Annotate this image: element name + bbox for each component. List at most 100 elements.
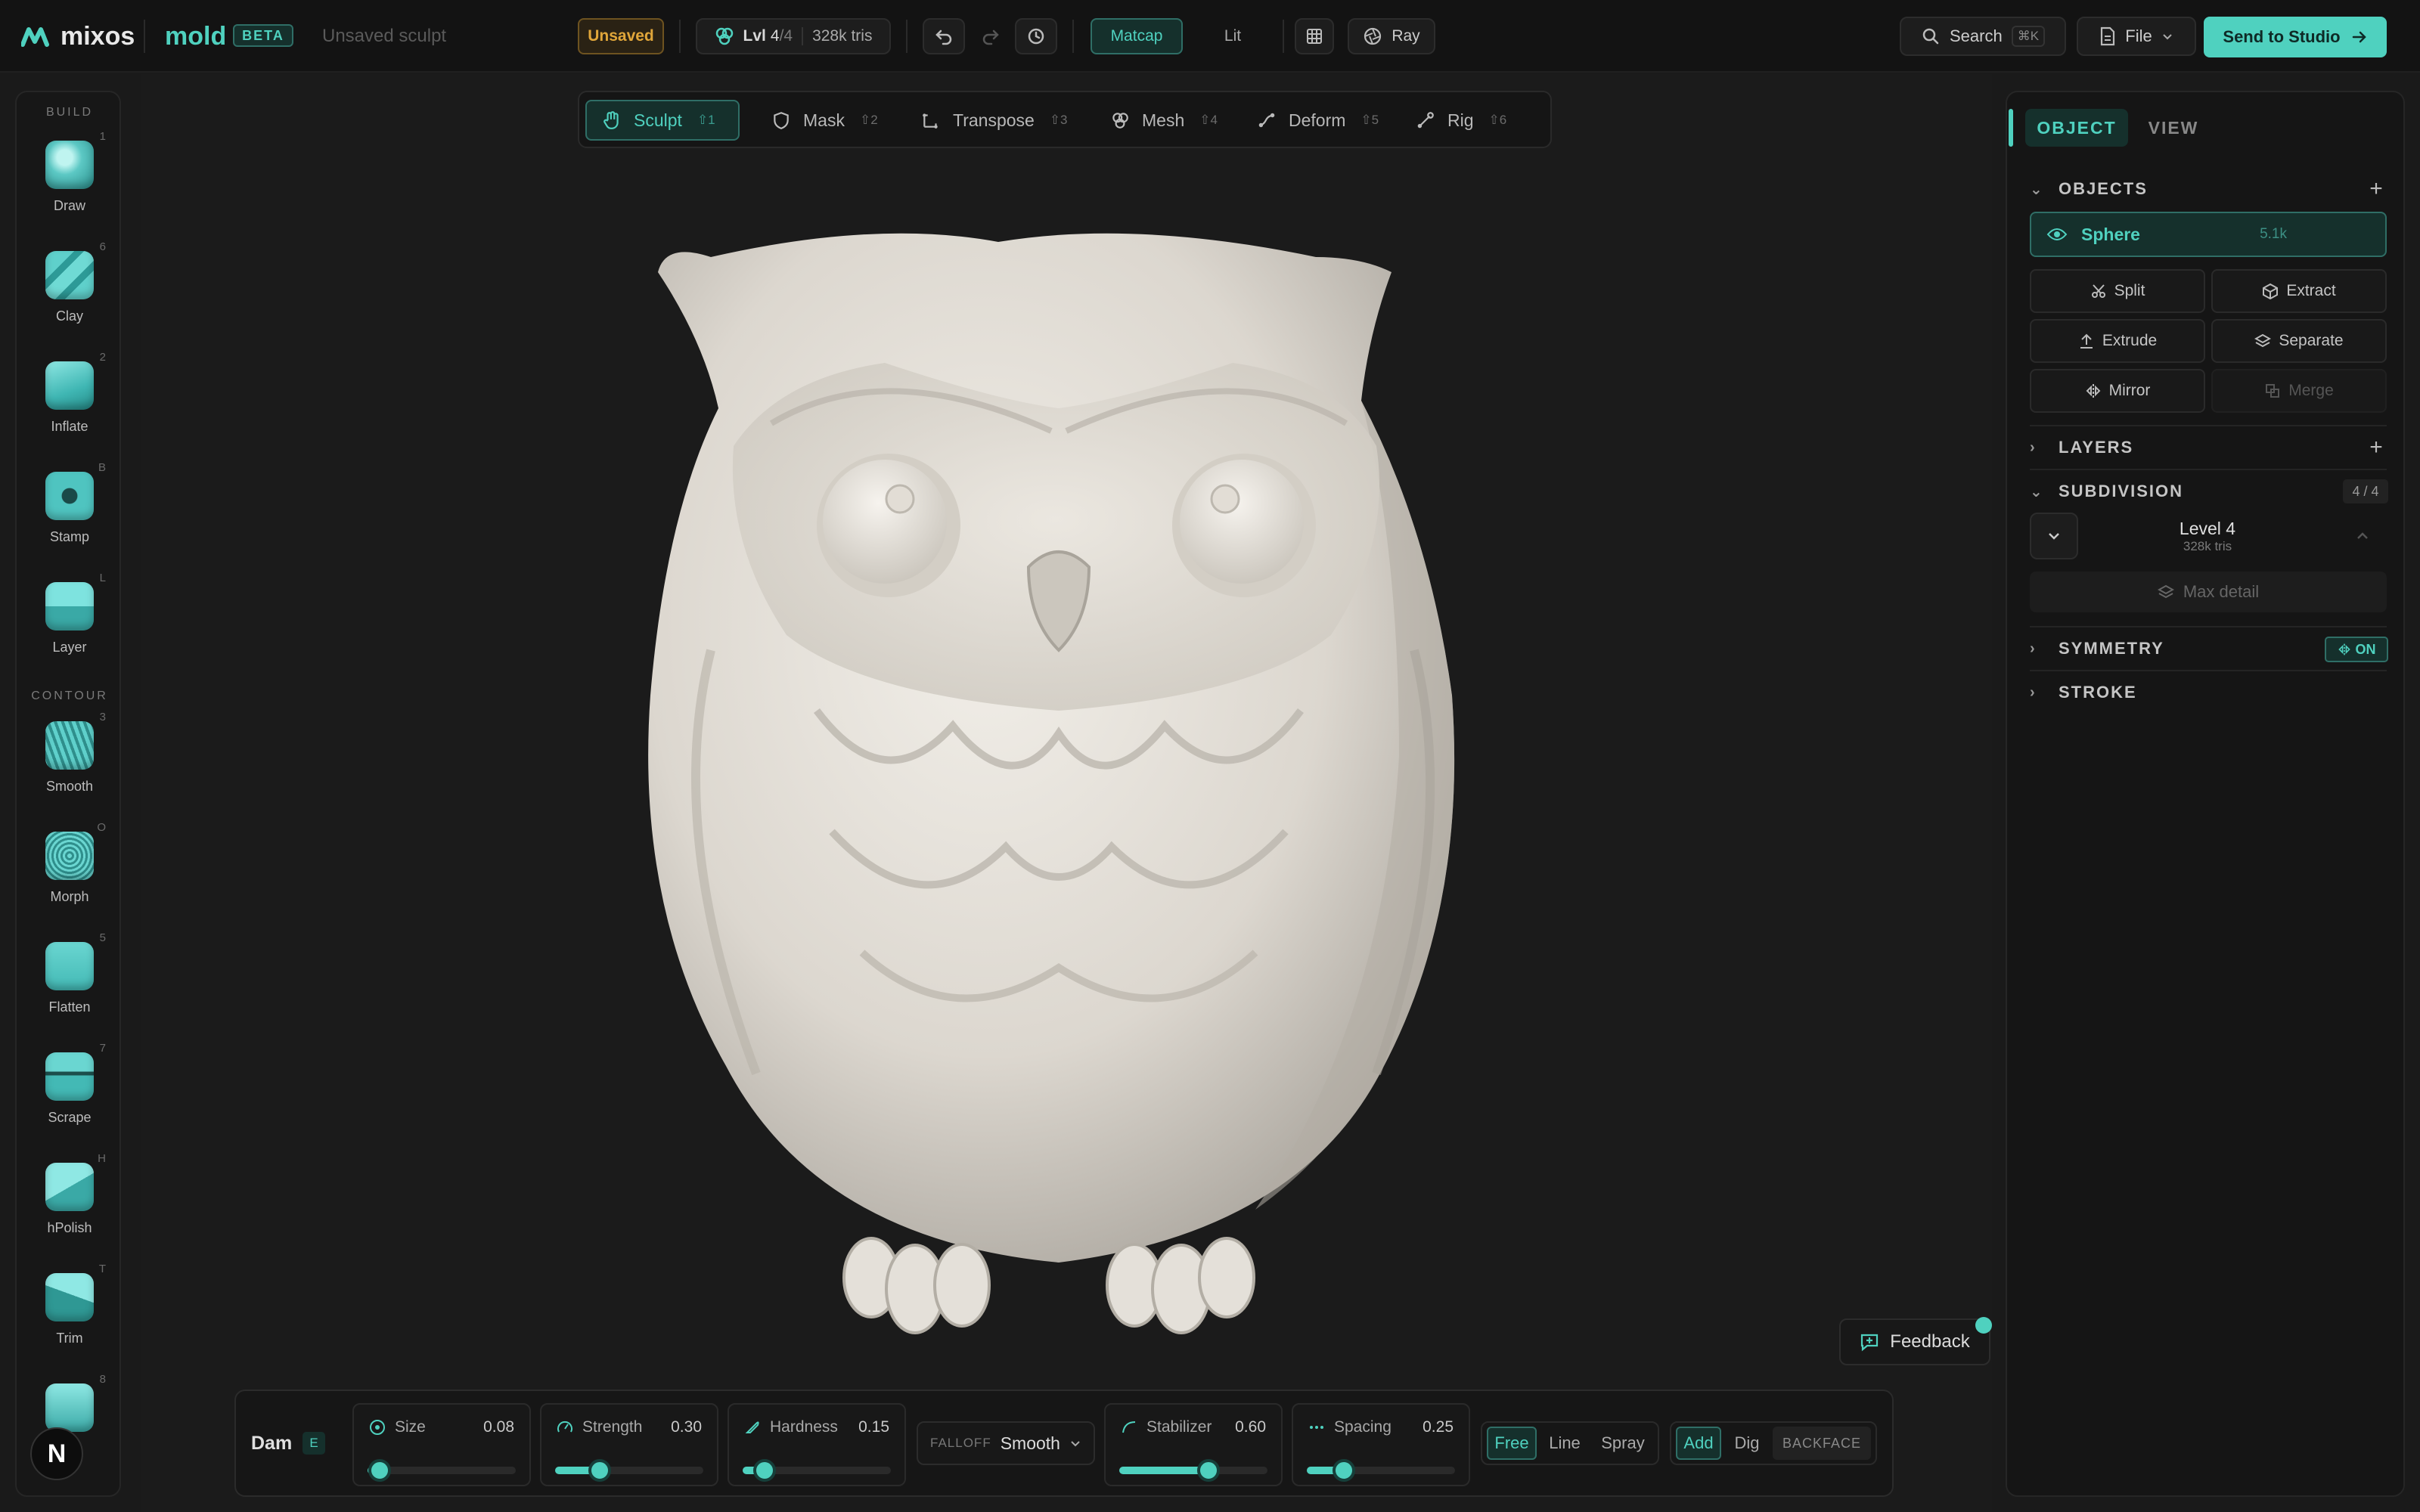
- tool-sidebar: BUILD CONTOUR 1 Draw 6 Clay 2 Inflate B Stamp L L…: [15, 91, 121, 1497]
- tool-trim[interactable]: T Trim: [17, 1263, 119, 1362]
- tool-draw[interactable]: 1 Draw: [17, 130, 119, 230]
- strength-knob[interactable]: [588, 1459, 611, 1482]
- stabilizer-label: Stabilizer: [1146, 1418, 1212, 1436]
- extrude-button[interactable]: Extrude: [2030, 319, 2205, 363]
- chevron-right-icon: ›: [2030, 683, 2037, 701]
- tool-layer[interactable]: L Layer: [17, 572, 119, 671]
- tool-morph[interactable]: O Morph: [17, 821, 119, 921]
- symmetry-badge[interactable]: ON: [2325, 637, 2388, 662]
- app-logo[interactable]: mixos: [21, 18, 135, 54]
- mode-tab-mask[interactable]: Mask ⇧2: [756, 100, 891, 141]
- ray-render-button[interactable]: Ray: [1348, 18, 1435, 54]
- size-slider[interactable]: Size 0.08: [352, 1403, 531, 1486]
- mode-tab-transpose[interactable]: Transpose ⇧3: [906, 100, 1081, 141]
- chevron-down-icon: ⌄: [2030, 483, 2044, 500]
- size-track[interactable]: [368, 1459, 516, 1482]
- objects-section-header[interactable]: ⌄ OBJECTS: [2030, 174, 2385, 204]
- owl-sculpt-image: [648, 233, 1455, 1334]
- tool-label: Clay: [55, 308, 83, 324]
- undo-button[interactable]: [923, 18, 965, 54]
- search-icon: [1922, 28, 1939, 45]
- strength-track[interactable]: [555, 1459, 703, 1482]
- separate-button[interactable]: Separate: [2211, 319, 2387, 363]
- tool-stamp[interactable]: B Stamp: [17, 461, 119, 561]
- strength-slider[interactable]: Strength 0.30: [540, 1403, 718, 1486]
- stabilizer-track[interactable]: [1119, 1459, 1267, 1482]
- matcap-toggle[interactable]: Matcap: [1091, 18, 1183, 54]
- dig-op-button[interactable]: Dig: [1724, 1427, 1770, 1460]
- lit-toggle[interactable]: Lit: [1193, 18, 1272, 54]
- subdivision-title: SUBDIVISION: [2059, 482, 2184, 500]
- add-object-button[interactable]: +: [2363, 175, 2390, 203]
- tool-flatten[interactable]: 5 Flatten: [17, 931, 119, 1031]
- subdivide-up-button[interactable]: [2338, 513, 2387, 559]
- feedback-button[interactable]: Feedback: [1839, 1318, 1990, 1365]
- product-name: mold: [165, 21, 227, 51]
- tool-hpolish[interactable]: HhPolish: [17, 1152, 119, 1252]
- spacing-knob[interactable]: [1333, 1459, 1355, 1482]
- stabilizer-slider[interactable]: Stabilizer 0.60: [1104, 1403, 1283, 1486]
- falloff-select[interactable]: FALLOFF Smooth: [917, 1421, 1095, 1465]
- backface-toggle[interactable]: BACKFACE: [1773, 1427, 1871, 1460]
- size-knob[interactable]: [368, 1459, 391, 1482]
- tool-inflate[interactable]: 2 Inflate: [17, 351, 119, 451]
- deform-icon: [1258, 113, 1275, 128]
- layers-icon: [2157, 584, 2174, 599]
- mode-tab-rig[interactable]: Rig ⇧6: [1401, 100, 1522, 141]
- max-detail-button[interactable]: Max detail: [2030, 572, 2387, 612]
- hardness-track[interactable]: [743, 1459, 891, 1482]
- tool-shortcut: L: [99, 572, 106, 584]
- search-button[interactable]: Search ⌘K: [1900, 17, 2066, 56]
- stroke-line-button[interactable]: Line: [1540, 1427, 1590, 1460]
- add-op-button[interactable]: Add: [1676, 1427, 1721, 1460]
- merge-icon: [2266, 384, 2280, 398]
- stroke-free-button[interactable]: Free: [1487, 1427, 1537, 1460]
- stabilizer-fill: [1119, 1467, 1208, 1474]
- mirror-button[interactable]: Mirror: [2030, 369, 2205, 413]
- tool-label: Stamp: [49, 529, 90, 544]
- tool-clay[interactable]: 6 Clay: [17, 240, 119, 340]
- tool-scrape[interactable]: 7 Scrape: [17, 1042, 119, 1142]
- document-title[interactable]: Unsaved sculpt: [322, 18, 446, 54]
- extract-button[interactable]: Extract: [2211, 269, 2387, 313]
- top-bar: mixos mold BETA Unsaved sculpt Unsaved L…: [0, 0, 2420, 73]
- send-to-studio-button[interactable]: Send to Studio: [2204, 17, 2387, 57]
- mode-tab-mesh[interactable]: Mesh ⇧4: [1095, 100, 1228, 141]
- size-icon: [370, 1420, 385, 1435]
- tool-label: Draw: [53, 198, 85, 213]
- user-avatar[interactable]: N: [30, 1427, 83, 1480]
- subdivision-section-header[interactable]: ⌄ SUBDIVISION: [2030, 476, 2385, 507]
- sculpt-model[interactable]: [529, 227, 1603, 1346]
- subdivide-down-button[interactable]: [2030, 513, 2078, 559]
- stabilizer-knob[interactable]: [1196, 1459, 1220, 1482]
- spacing-track[interactable]: [1307, 1459, 1455, 1482]
- grid-toggle-button[interactable]: [1295, 18, 1334, 54]
- tab-object[interactable]: OBJECT: [2025, 109, 2128, 147]
- properties-panel: OBJECT VIEW ⌄ OBJECTS + Sphere 5.1k Spli…: [2006, 91, 2405, 1497]
- size-value: 0.08: [483, 1418, 514, 1436]
- hardness-knob[interactable]: [753, 1459, 777, 1482]
- stroke-section-header[interactable]: › STROKE: [2030, 677, 2385, 708]
- mode-tab-deform[interactable]: Deform ⇧5: [1242, 100, 1387, 141]
- redo-button[interactable]: [970, 18, 1012, 54]
- tool-shortcut: 8: [99, 1373, 106, 1386]
- tab-view[interactable]: VIEW: [2136, 109, 2211, 147]
- tool-smooth[interactable]: 3 Smooth: [17, 711, 119, 810]
- mode-tab-sculpt[interactable]: Sculpt ⇧1: [585, 100, 740, 141]
- rig-icon: [1417, 112, 1434, 129]
- tool-label: hPolish: [47, 1220, 92, 1235]
- subdivision-level-chip[interactable]: Lvl 4 /4 328k tris: [696, 18, 891, 54]
- eye-icon[interactable]: [2046, 227, 2068, 242]
- brush-name[interactable]: Dam: [251, 1426, 292, 1461]
- stroke-spray-button[interactable]: Spray: [1593, 1427, 1653, 1460]
- hardness-slider[interactable]: Hardness 0.15: [728, 1403, 906, 1486]
- split-button[interactable]: Split: [2030, 269, 2205, 313]
- history-icon: [1028, 28, 1044, 45]
- file-menu-button[interactable]: File: [2077, 17, 2196, 56]
- spacing-slider[interactable]: Spacing 0.25: [1292, 1403, 1470, 1486]
- merge-button[interactable]: Merge: [2211, 369, 2387, 413]
- add-layer-button[interactable]: +: [2363, 434, 2390, 461]
- object-row-sphere[interactable]: Sphere 5.1k: [2030, 212, 2387, 257]
- layers-section-header[interactable]: › LAYERS: [2030, 432, 2385, 463]
- history-button[interactable]: [1015, 18, 1057, 54]
